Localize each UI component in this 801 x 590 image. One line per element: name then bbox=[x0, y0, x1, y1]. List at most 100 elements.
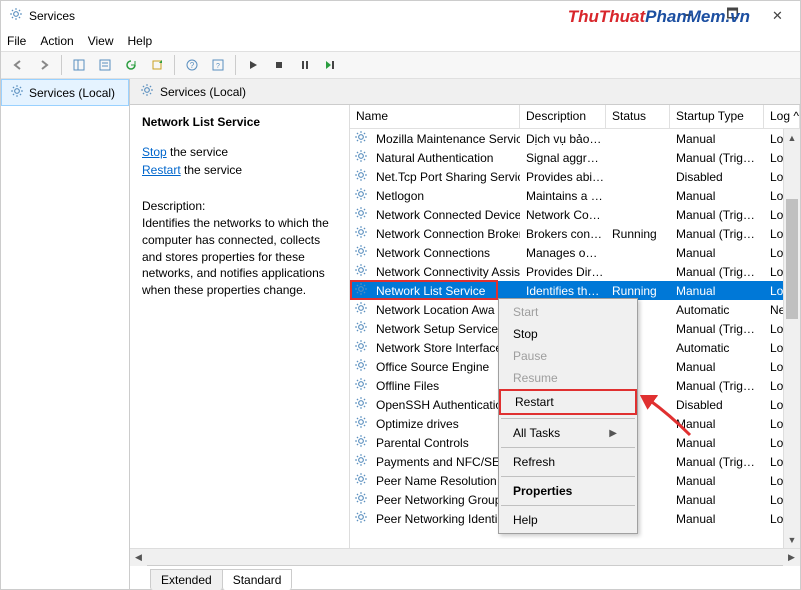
scroll-right-icon[interactable]: ▶ bbox=[783, 549, 800, 566]
gear-icon bbox=[140, 83, 154, 100]
cell-name: Network Connection Broker bbox=[370, 227, 520, 241]
vertical-scrollbar[interactable]: ▲ ▼ bbox=[783, 129, 800, 548]
services-icon bbox=[9, 7, 23, 26]
cell-startup: Manual (Trig… bbox=[670, 265, 764, 279]
scroll-thumb[interactable] bbox=[786, 199, 798, 319]
column-headers: Name Description Status Startup Type Log… bbox=[350, 105, 800, 129]
cell-desc: Network Co… bbox=[520, 208, 606, 222]
gear-icon bbox=[354, 339, 368, 356]
col-logon[interactable]: Log ^ bbox=[764, 105, 800, 128]
cell-name: Mozilla Maintenance Service bbox=[370, 132, 520, 146]
ctx-stop[interactable]: Stop bbox=[499, 323, 637, 345]
cell-name: Network Connections bbox=[370, 246, 520, 260]
scroll-down-icon[interactable]: ▼ bbox=[784, 531, 800, 548]
gear-icon bbox=[354, 434, 368, 451]
start-service-button[interactable] bbox=[242, 54, 264, 76]
gear-icon bbox=[10, 84, 24, 101]
description-body: Identifies the networks to which the com… bbox=[142, 215, 337, 299]
cell-desc: Brokers con… bbox=[520, 227, 606, 241]
stop-link[interactable]: Stop bbox=[142, 145, 167, 159]
gear-icon bbox=[354, 301, 368, 318]
scroll-left-icon[interactable]: ◀ bbox=[130, 549, 147, 566]
service-row[interactable]: Mozilla Maintenance ServiceDịch vụ bảo… M… bbox=[350, 129, 800, 148]
cell-desc: Dịch vụ bảo… bbox=[520, 132, 606, 146]
scroll-up-icon[interactable]: ▲ bbox=[784, 129, 800, 146]
cell-name: Netlogon bbox=[370, 189, 520, 203]
cell-desc: Provides Dir… bbox=[520, 265, 606, 279]
ctx-restart[interactable]: Restart bbox=[499, 389, 637, 415]
restart-link[interactable]: Restart bbox=[142, 163, 181, 177]
col-name[interactable]: Name bbox=[350, 105, 520, 128]
gear-icon bbox=[354, 244, 368, 261]
chevron-right-icon: ▶ bbox=[609, 428, 617, 439]
service-row[interactable]: Natural AuthenticationSignal aggr…Manual… bbox=[350, 148, 800, 167]
tab-extended[interactable]: Extended bbox=[150, 569, 223, 590]
ctx-refresh[interactable]: Refresh bbox=[499, 451, 637, 473]
ctx-start: Start bbox=[499, 301, 637, 323]
back-button[interactable] bbox=[7, 54, 29, 76]
main-header-label: Services (Local) bbox=[160, 85, 246, 99]
ctx-help[interactable]: Help bbox=[499, 509, 637, 531]
svg-text:?: ? bbox=[190, 61, 195, 70]
cell-desc: Identifies th… bbox=[520, 284, 606, 298]
service-row[interactable]: Network Connection BrokerBrokers con…Run… bbox=[350, 224, 800, 243]
cell-startup: Automatic bbox=[670, 303, 764, 317]
gear-icon bbox=[354, 396, 368, 413]
cell-name: Network Connectivity Assis… bbox=[370, 265, 520, 279]
menu-view[interactable]: View bbox=[88, 34, 114, 48]
menu-action[interactable]: Action bbox=[40, 34, 73, 48]
ctx-pause: Pause bbox=[499, 345, 637, 367]
col-startup[interactable]: Startup Type bbox=[670, 105, 764, 128]
pause-service-button[interactable] bbox=[294, 54, 316, 76]
cell-startup: Manual bbox=[670, 189, 764, 203]
menu-help[interactable]: Help bbox=[128, 34, 153, 48]
forward-button[interactable] bbox=[33, 54, 55, 76]
nav-services-local[interactable]: Services (Local) bbox=[1, 79, 129, 106]
description-pane: Network List Service Stop the service Re… bbox=[130, 105, 350, 548]
cell-desc: Provides abi… bbox=[520, 170, 606, 184]
service-list: Name Description Status Startup Type Log… bbox=[350, 105, 800, 548]
service-row[interactable]: Network Connectivity Assis…Provides Dir…… bbox=[350, 262, 800, 281]
cell-status: Running bbox=[606, 227, 670, 241]
close-button[interactable]: ✕ bbox=[755, 1, 800, 31]
cell-startup: Manual (Trig… bbox=[670, 208, 764, 222]
gear-icon bbox=[354, 415, 368, 432]
cell-name: Network List Service bbox=[370, 284, 520, 298]
ctx-resume: Resume bbox=[499, 367, 637, 389]
service-row[interactable]: Network ConnectionsManages o…ManualLoc bbox=[350, 243, 800, 262]
show-hide-tree-button[interactable] bbox=[68, 54, 90, 76]
gear-icon bbox=[354, 130, 368, 147]
gear-icon bbox=[354, 263, 368, 280]
cell-startup: Manual bbox=[670, 132, 764, 146]
nav-tree: Services (Local) bbox=[1, 79, 130, 589]
service-row[interactable]: NetlogonMaintains a …ManualLoc bbox=[350, 186, 800, 205]
gear-icon bbox=[354, 510, 368, 527]
gear-icon bbox=[354, 358, 368, 375]
gear-icon bbox=[354, 225, 368, 242]
cell-startup: Disabled bbox=[670, 398, 764, 412]
gear-icon bbox=[354, 282, 368, 299]
cell-desc: Maintains a … bbox=[520, 189, 606, 203]
ctx-properties[interactable]: Properties bbox=[499, 480, 637, 502]
help2-button[interactable]: ? bbox=[207, 54, 229, 76]
help-button[interactable]: ? bbox=[181, 54, 203, 76]
cell-startup: Disabled bbox=[670, 170, 764, 184]
col-status[interactable]: Status bbox=[606, 105, 670, 128]
export-button[interactable] bbox=[146, 54, 168, 76]
tab-standard[interactable]: Standard bbox=[222, 569, 293, 590]
service-row[interactable]: Network Connected Device…Network Co…Manu… bbox=[350, 205, 800, 224]
restart-service-button[interactable] bbox=[320, 54, 342, 76]
col-description[interactable]: Description bbox=[520, 105, 606, 128]
refresh-button[interactable] bbox=[120, 54, 142, 76]
watermark: ThuThuatPhanMem.vn bbox=[568, 7, 750, 27]
gear-icon bbox=[354, 168, 368, 185]
toolbar: ? ? bbox=[1, 51, 800, 79]
gear-icon bbox=[354, 320, 368, 337]
menu-file[interactable]: File bbox=[7, 34, 26, 48]
cell-startup: Manual bbox=[670, 246, 764, 260]
cell-startup: Manual bbox=[670, 284, 764, 298]
service-row[interactable]: Net.Tcp Port Sharing ServiceProvides abi… bbox=[350, 167, 800, 186]
stop-service-button[interactable] bbox=[268, 54, 290, 76]
properties-button[interactable] bbox=[94, 54, 116, 76]
ctx-all-tasks[interactable]: All Tasks▶ bbox=[499, 422, 637, 444]
